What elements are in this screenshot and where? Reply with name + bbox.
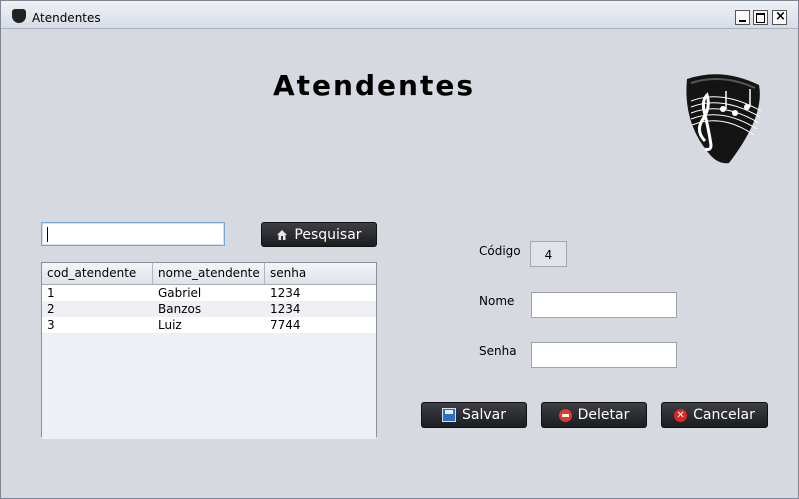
nome-label: Nome (479, 294, 515, 308)
save-button-label: Salvar (462, 407, 506, 423)
table-empty-area (42, 333, 376, 439)
save-disk-icon (442, 408, 456, 422)
senha-field[interactable] (531, 342, 677, 368)
maximize-button[interactable] (753, 10, 768, 25)
search-button-label: Pesquisar (294, 226, 362, 243)
save-button[interactable]: Salvar (421, 402, 527, 428)
cell-cod: 1 (47, 286, 55, 300)
search-button[interactable]: Pesquisar (261, 222, 377, 247)
senha-label: Senha (479, 344, 517, 358)
window-title: Atendentes (32, 11, 101, 25)
title-bar[interactable]: Atendentes × (1, 1, 798, 29)
close-icon: × (775, 9, 786, 24)
column-header-senha[interactable]: senha (265, 263, 376, 284)
page-title: Atendentes (273, 69, 475, 102)
app-window: Atendentes × Atendentes Pesquisar cod_at… (0, 0, 799, 499)
guitar-pick-logo-icon (686, 74, 762, 164)
cancel-button[interactable]: ✕ Cancelar (661, 402, 768, 428)
delete-button[interactable]: Deletar (541, 402, 647, 428)
table-row[interactable]: 2 Banzos 1234 (42, 301, 376, 317)
text-cursor (47, 227, 48, 242)
search-input[interactable] (41, 222, 225, 246)
close-button[interactable]: × (772, 9, 787, 25)
cell-nome: Luiz (158, 318, 182, 332)
app-logo-icon (12, 9, 26, 23)
codigo-field: 4 (530, 241, 567, 267)
cancel-button-label: Cancelar (693, 407, 755, 423)
cancel-x-icon: ✕ (674, 408, 688, 422)
home-icon (277, 229, 288, 240)
cell-nome: Banzos (158, 302, 202, 316)
delete-button-label: Deletar (577, 407, 630, 423)
nome-field[interactable] (531, 292, 677, 318)
cell-nome: Gabriel (158, 286, 202, 300)
main-panel: Atendentes Pesquisar cod_atendente nome_… (9, 29, 790, 491)
cell-senha: 1234 (270, 302, 301, 316)
column-header-cod[interactable]: cod_atendente (42, 263, 153, 284)
table-header: cod_atendente nome_atendente senha (42, 263, 376, 285)
cell-senha: 1234 (270, 286, 301, 300)
cell-senha: 7744 (270, 318, 301, 332)
cell-cod: 3 (47, 318, 55, 332)
column-header-nome[interactable]: nome_atendente (153, 263, 265, 284)
codigo-label: Código (479, 244, 521, 258)
table-row[interactable]: 1 Gabriel 1234 (42, 285, 376, 301)
table-row[interactable]: 3 Luiz 7744 (42, 317, 376, 333)
delete-minus-icon (558, 408, 572, 422)
minimize-button[interactable] (735, 10, 750, 25)
cell-cod: 2 (47, 302, 55, 316)
attendants-table[interactable]: cod_atendente nome_atendente senha 1 Gab… (41, 262, 377, 439)
